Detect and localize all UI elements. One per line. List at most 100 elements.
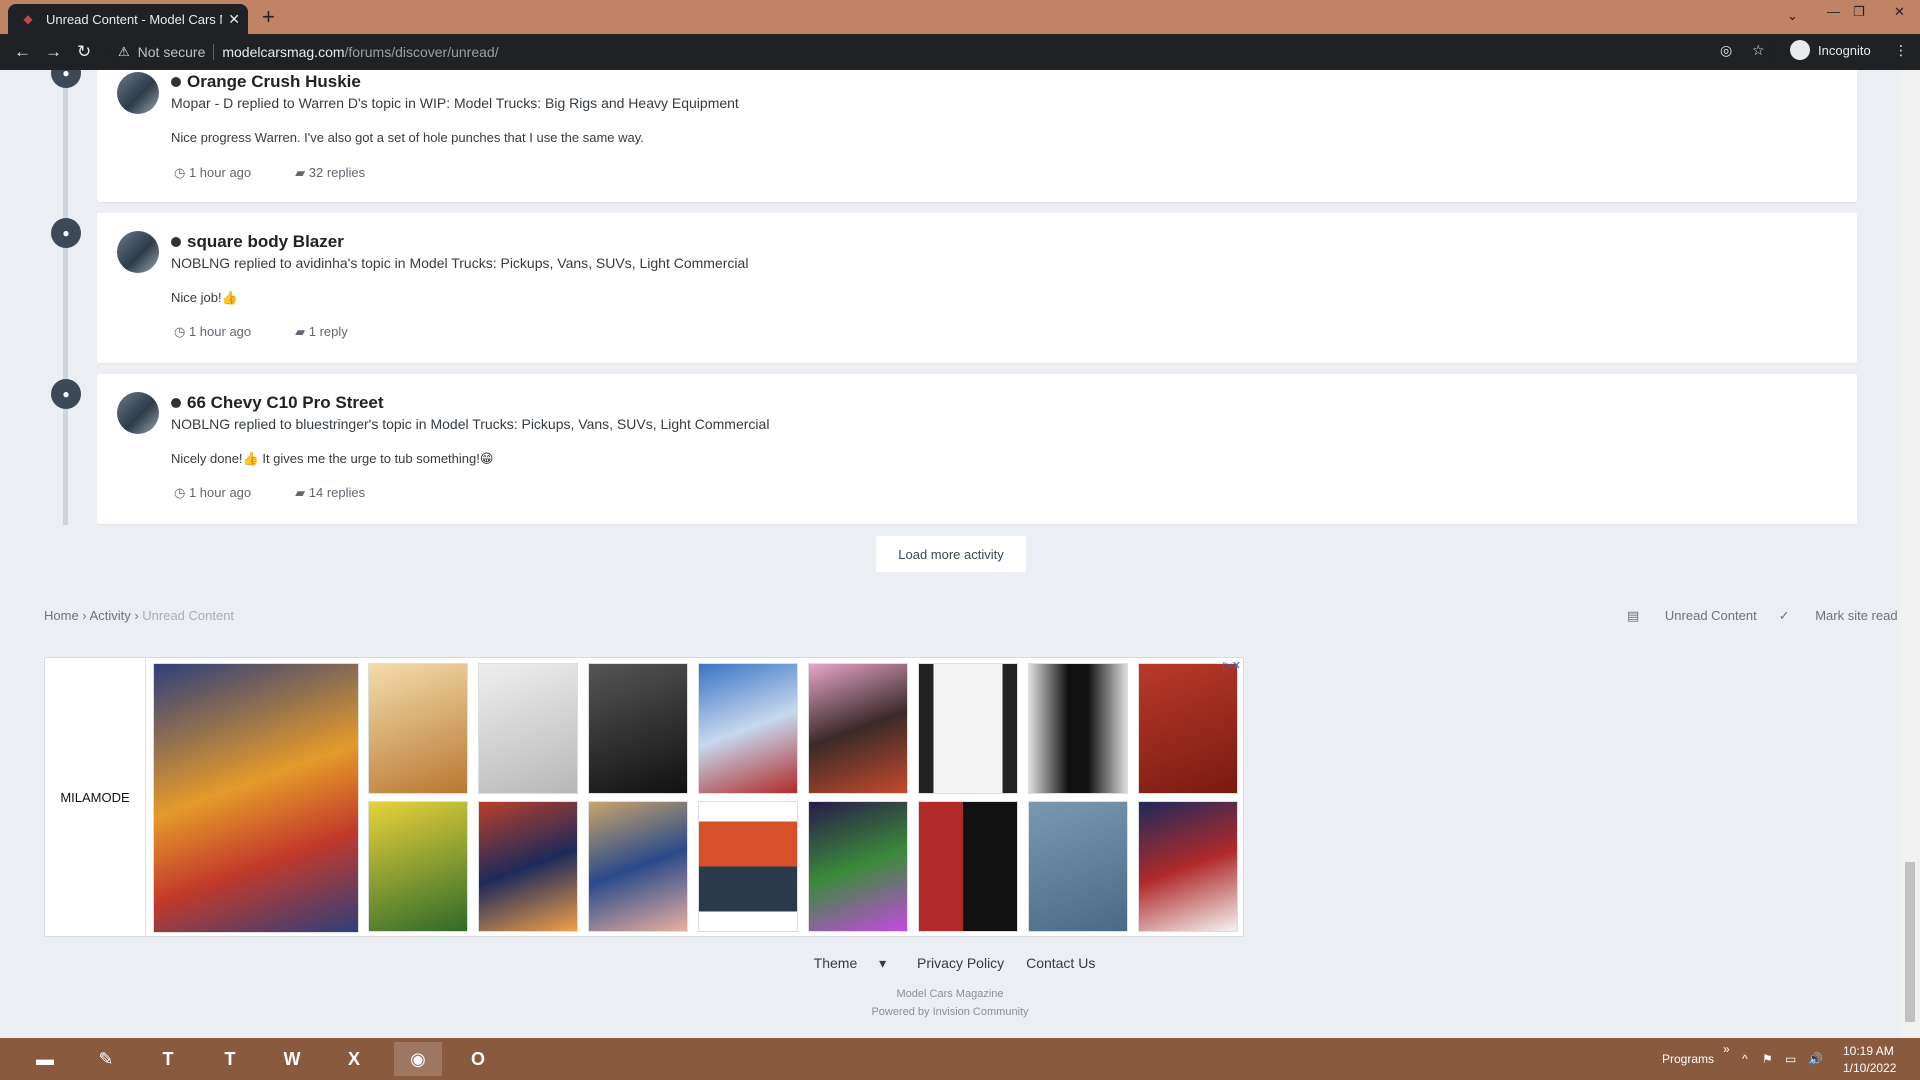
tab-strip: ◆ Unread Content - Model Cars Ma ✕ + ⌄ —… [0,0,1920,34]
security-label: Not secure [137,44,206,60]
action-center-flag-icon[interactable]: ⚑ [1762,1052,1773,1066]
close-tab-icon[interactable]: ✕ [228,11,240,28]
scrollbar-thumb[interactable] [1905,862,1915,1022]
post-snippet: Nicely done!👍 It gives me the urge to tu… [171,451,494,466]
teams-icon[interactable]: T [212,1042,248,1076]
ad-product-image[interactable] [588,801,688,932]
unread-dot-icon [171,398,181,408]
ad-product-image[interactable] [698,663,798,794]
unread-content-label: Unread Content [1664,608,1757,623]
replies-stat[interactable]: ▰ 1 reply [295,324,370,340]
back-icon[interactable]: ← [14,42,31,62]
ad-choices-close-icon[interactable]: ▷✕ [1223,659,1241,672]
warning-icon: ⚠ [118,44,130,59]
menu-icon[interactable]: ⋮ [1894,42,1908,59]
network-icon[interactable]: ▭ [1785,1052,1796,1066]
ad-product-image[interactable] [1028,663,1128,794]
outlook-icon[interactable]: O [460,1042,496,1076]
ad-product-image[interactable] [1138,663,1238,794]
ts-app-icon[interactable]: T [150,1042,186,1076]
address-bar[interactable]: ⚠ Not secure modelcarsmag.com/forums/dis… [110,38,1775,66]
incognito-icon [1790,40,1810,60]
taskbar: ▬ ✎ T T W X ◉ O Programs » ^ ⚑ ▭ 🔊 10:19… [0,1038,1920,1080]
ad-product-image[interactable] [1028,801,1128,932]
load-more-button[interactable]: Load more activity [876,536,1026,572]
clock-time[interactable]: 10:19 AM [1843,1044,1894,1058]
theme-menu[interactable]: Theme ▾ [805,955,896,971]
breadcrumb-activity[interactable]: Activity [90,608,131,623]
breadcrumb: Home › Activity › Unread Content [44,608,235,623]
browser-tab[interactable]: ◆ Unread Content - Model Cars Ma ✕ [8,4,248,34]
ad-product-image[interactable] [808,801,908,932]
caret-down-icon: ▾ [879,955,887,971]
avatar[interactable] [117,72,159,114]
unread-dot-icon [171,237,181,247]
clock-date[interactable]: 1/10/2022 [1843,1061,1896,1075]
activity-stats: ◷ 1 hour ago ▰ 1 reply [174,324,392,340]
footer-powered-by[interactable]: Powered by Invision Community [0,1006,1900,1018]
replies-stat[interactable]: ▰ 14 replies [295,485,387,501]
programs-toolbar[interactable]: Programs [1662,1052,1714,1066]
time-text: 1 hour ago [188,485,252,500]
ad-product-image[interactable] [918,663,1018,794]
unread-content-link[interactable]: ▤ Unread Content [1627,608,1757,624]
file-explorer-icon[interactable]: ▬ [27,1042,63,1076]
contact-us-link[interactable]: Contact Us [1026,955,1095,971]
activity-meta: NOBLNG replied to avidinha's topic in Mo… [171,255,749,271]
activity-stats: ◷ 1 hour ago ▰ 14 replies [174,485,409,501]
divider [213,44,215,60]
ad-product-image[interactable] [808,663,908,794]
profile-button[interactable]: Incognito [1790,40,1871,60]
word-icon[interactable]: W [274,1042,310,1076]
volume-icon[interactable]: 🔊 [1808,1052,1823,1066]
paint-app-icon[interactable]: ✎ [88,1042,124,1076]
chrome-icon[interactable]: ◉ [394,1042,442,1076]
breadcrumb-current: Unread Content [142,608,235,623]
restore-button[interactable]: ❐ [1853,4,1865,20]
replies-stat[interactable]: ▰ 32 replies [295,165,387,181]
ad-product-image[interactable] [478,663,578,794]
topic-title-text[interactable]: square body Blazer [187,232,344,252]
ad-main-image[interactable] [153,663,359,933]
ad-product-image[interactable] [1138,801,1238,932]
show-hidden-icons[interactable]: ^ [1742,1052,1748,1066]
mark-site-read-link[interactable]: ✓ Mark site read [1779,608,1898,624]
comment-icon: ● [51,70,81,88]
topic-title[interactable]: Orange Crush Huskie [171,72,361,92]
activity-item: square body Blazer NOBLNG replied to avi… [97,213,1857,363]
unread-dot-icon [171,77,181,87]
replies-text: 32 replies [308,165,366,180]
ad-brand[interactable]: MILAMODE [45,658,146,936]
time-stat: ◷ 1 hour ago [174,485,252,500]
bookmark-star-icon[interactable]: ☆ [1752,42,1765,59]
page-scrollbar[interactable] [1900,70,1920,1038]
topic-title-text[interactable]: Orange Crush Huskie [187,72,361,92]
topic-title[interactable]: 66 Chevy C10 Pro Street [171,393,384,413]
excel-icon[interactable]: X [336,1042,372,1076]
tab-search-icon[interactable]: ⌄ [1787,8,1798,24]
ad-product-image[interactable] [368,801,468,932]
page-content: ● Orange Crush Huskie Mopar - D replied … [0,70,1900,1038]
ad-product-image[interactable] [918,801,1018,932]
breadcrumb-home[interactable]: Home [44,608,79,623]
forward-icon[interactable]: → [45,42,62,62]
reload-icon[interactable]: ↻ [77,42,91,62]
close-window-button[interactable]: ✕ [1894,4,1905,20]
topic-title[interactable]: square body Blazer [171,232,344,252]
minimize-button[interactable]: — [1827,4,1840,19]
tracking-blocked-icon[interactable]: ◎ [1720,42,1732,59]
toolbar-expand-icon[interactable]: » [1723,1042,1730,1056]
ad-product-image[interactable] [588,663,688,794]
ad-product-image[interactable] [478,801,578,932]
advertisement[interactable]: MILAMODE ▷✕ [44,657,1244,937]
ad-product-image[interactable] [368,663,468,794]
url-path: /forums/discover/unread/ [344,44,499,60]
new-tab-button[interactable]: + [262,6,275,28]
ad-product-image[interactable] [698,801,798,932]
post-snippet: Nice job!👍 [171,290,238,305]
avatar[interactable] [117,231,159,273]
profile-label: Incognito [1818,42,1871,58]
privacy-policy-link[interactable]: Privacy Policy [917,955,1004,971]
topic-title-text[interactable]: 66 Chevy C10 Pro Street [187,393,384,413]
avatar[interactable] [117,392,159,434]
